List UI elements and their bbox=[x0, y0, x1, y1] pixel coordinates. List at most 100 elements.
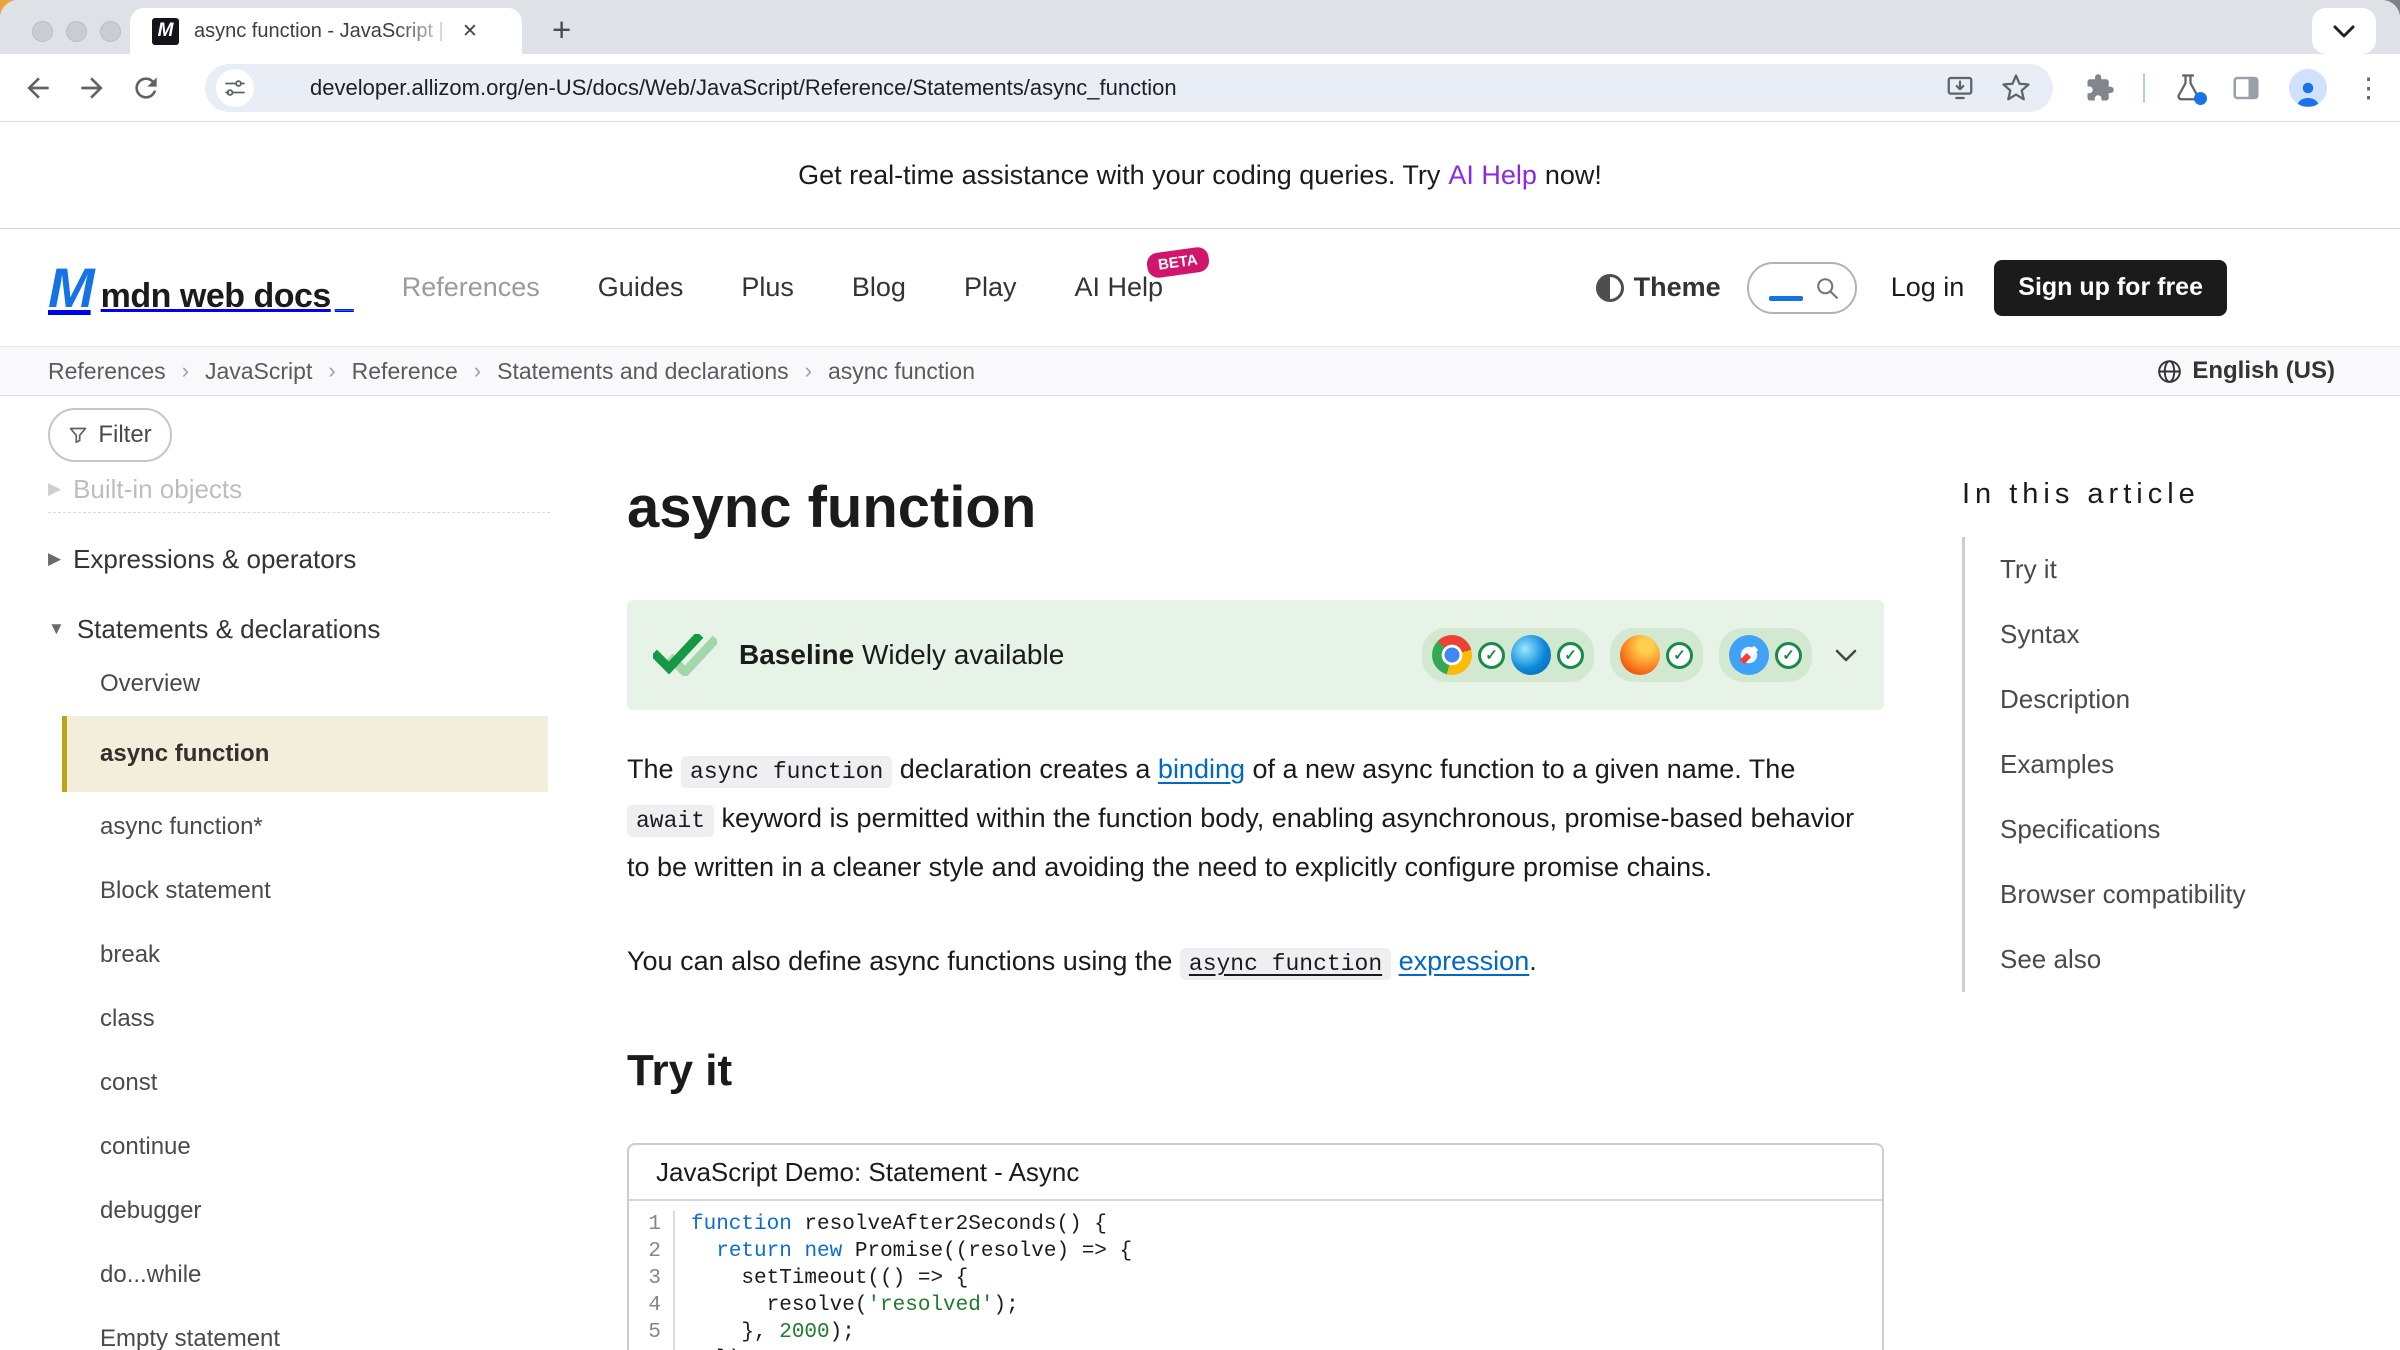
toc-link-examples[interactable]: Examples bbox=[2000, 749, 2114, 780]
browser-toolbar: developer.allizom.org/en-US/docs/Web/Jav… bbox=[0, 54, 2400, 122]
sidebar-item-break[interactable]: break bbox=[48, 935, 550, 975]
search-input[interactable] bbox=[1747, 262, 1857, 314]
supported-check-icon: ✓ bbox=[1478, 642, 1505, 669]
toc-link-specifications[interactable]: Specifications bbox=[2000, 814, 2160, 845]
toc-link-try-it[interactable]: Try it bbox=[2000, 554, 2057, 585]
sidebar-item-continue[interactable]: continue bbox=[48, 1127, 550, 1167]
forward-button[interactable] bbox=[76, 72, 108, 104]
article-main: async function Baseline Widely available… bbox=[627, 396, 1884, 1350]
back-button[interactable] bbox=[22, 72, 54, 104]
toc-link-see-also[interactable]: See also bbox=[2000, 944, 2101, 975]
login-link[interactable]: Log in bbox=[1891, 272, 1965, 303]
sidebar-filter-button[interactable]: Filter bbox=[48, 408, 172, 462]
breadcrumb-separator: › bbox=[182, 358, 189, 384]
breadcrumb-item[interactable]: References bbox=[48, 358, 166, 385]
sidebar-item-async-function[interactable]: async function bbox=[62, 716, 548, 792]
reload-button[interactable] bbox=[130, 72, 162, 104]
breadcrumb-item[interactable]: JavaScript bbox=[205, 358, 312, 385]
sidebar-item-const[interactable]: const bbox=[48, 1063, 550, 1103]
collapsed-triangle-icon: ▶ bbox=[48, 479, 61, 499]
nav-blog[interactable]: Blog bbox=[852, 272, 906, 303]
tab-strip: M async function - JavaScript | ✕ + bbox=[0, 0, 2400, 54]
promo-text: Get real-time assistance with your codin… bbox=[798, 160, 1440, 191]
window-zoom-button[interactable] bbox=[100, 21, 121, 42]
window-controls bbox=[32, 21, 121, 42]
code-line: 1function resolveAfter2Seconds() { bbox=[629, 1211, 1882, 1238]
browser-window: M async function - JavaScript | ✕ + bbox=[0, 0, 2400, 1350]
sidebar-item-empty-statement[interactable]: Empty statement bbox=[48, 1319, 550, 1350]
nav-references[interactable]: References bbox=[402, 272, 540, 303]
browser-menu-button[interactable]: ⋮ bbox=[2355, 73, 2382, 104]
chrome-labs-button[interactable] bbox=[2173, 73, 2203, 103]
sidebar-item-overview[interactable]: Overview bbox=[48, 664, 550, 704]
baseline-status: Baseline Widely available bbox=[739, 639, 1064, 671]
forward-arrow-icon bbox=[76, 72, 108, 104]
promo-text: now! bbox=[1545, 160, 1602, 191]
url-bar[interactable]: developer.allizom.org/en-US/docs/Web/Jav… bbox=[205, 64, 2053, 112]
new-tab-button[interactable]: + bbox=[552, 10, 571, 50]
breadcrumb-item[interactable]: Reference bbox=[352, 358, 458, 385]
page-title: async function bbox=[627, 472, 1884, 544]
sidebar-item-class[interactable]: class bbox=[48, 999, 550, 1039]
breadcrumb-separator: › bbox=[474, 358, 481, 384]
toc-link-browser-compatibility[interactable]: Browser compatibility bbox=[2000, 879, 2246, 910]
toc-link-syntax[interactable]: Syntax bbox=[2000, 619, 2080, 650]
baseline-banner: Baseline Widely available ✓ ✓ ✓ ✓ bbox=[627, 600, 1884, 710]
demo-title: JavaScript Demo: Statement - Async bbox=[629, 1145, 1882, 1201]
collapsed-triangle-icon: ▶ bbox=[48, 549, 61, 569]
profile-avatar[interactable] bbox=[2289, 69, 2327, 107]
theme-toggle-button[interactable]: Theme bbox=[1596, 272, 1721, 303]
inline-code: await bbox=[627, 805, 714, 837]
window-minimize-button[interactable] bbox=[66, 21, 87, 42]
tab-close-icon[interactable]: ✕ bbox=[462, 20, 478, 43]
nav-ai-help[interactable]: AI HelpBETA bbox=[1074, 272, 1163, 303]
async-function-expression-link[interactable]: async function bbox=[1180, 946, 1391, 976]
breadcrumb-item[interactable]: Statements and declarations bbox=[497, 358, 789, 385]
nav-guides[interactable]: Guides bbox=[598, 272, 684, 303]
person-icon bbox=[2293, 79, 2323, 107]
sidebar-item-do-while[interactable]: do...while bbox=[48, 1255, 550, 1295]
mdn-logo-mark: M bbox=[48, 260, 91, 316]
install-icon bbox=[1945, 73, 1975, 103]
inline-code: async function bbox=[681, 756, 892, 788]
tab-search-button[interactable] bbox=[2312, 8, 2376, 54]
back-arrow-icon bbox=[22, 72, 54, 104]
tryit-heading: Try it bbox=[627, 1043, 1884, 1099]
ai-help-banner-link[interactable]: AI Help bbox=[1448, 160, 1537, 191]
breadcrumb-current[interactable]: async function bbox=[828, 358, 975, 385]
browser-tab[interactable]: M async function - JavaScript | ✕ bbox=[130, 8, 522, 54]
window-close-button[interactable] bbox=[32, 21, 53, 42]
sidebar-item-debugger[interactable]: debugger bbox=[48, 1191, 550, 1231]
breadcrumb-separator: › bbox=[328, 358, 335, 384]
sidebar-divider bbox=[48, 512, 550, 513]
safari-support-pill: ✓ bbox=[1719, 628, 1812, 682]
extensions-button[interactable] bbox=[2085, 73, 2115, 103]
breadcrumb-separator: › bbox=[805, 358, 812, 384]
sidebar-item-block-statement[interactable]: Block statement bbox=[48, 871, 550, 911]
bookmark-button[interactable] bbox=[2001, 73, 2031, 103]
language-switcher[interactable]: English (US) bbox=[2156, 357, 2335, 385]
binding-link[interactable]: binding bbox=[1158, 754, 1245, 784]
sidebar-section-statements-declarations[interactable]: ▼ Statements & declarations bbox=[48, 610, 550, 648]
browser-support-icons: ✓ ✓ ✓ ✓ bbox=[1422, 628, 1858, 682]
sidebar-section-expressions-operators[interactable]: ▶ Expressions & operators bbox=[48, 540, 550, 578]
baseline-expand-button[interactable] bbox=[1834, 648, 1858, 663]
site-info-button[interactable] bbox=[216, 69, 254, 107]
toc-link-description[interactable]: Description bbox=[2000, 684, 2130, 715]
edge-icon bbox=[1511, 635, 1551, 675]
supported-check-icon: ✓ bbox=[1775, 642, 1802, 669]
chevron-down-icon bbox=[1834, 648, 1858, 663]
expanded-triangle-icon: ▼ bbox=[48, 619, 65, 639]
demo-code[interactable]: 1function resolveAfter2Seconds() {2 retu… bbox=[629, 1201, 1882, 1350]
side-panel-icon bbox=[2231, 73, 2261, 103]
sidebar-item-async-function-star[interactable]: async function* bbox=[48, 807, 550, 847]
expression-link[interactable]: expression bbox=[1399, 946, 1530, 976]
mdn-logo[interactable]: M mdn web docs _ bbox=[48, 260, 354, 316]
install-page-button[interactable] bbox=[1945, 73, 1975, 103]
side-panel-button[interactable] bbox=[2231, 73, 2261, 103]
signup-button[interactable]: Sign up for free bbox=[1994, 260, 2227, 316]
nav-plus[interactable]: Plus bbox=[741, 272, 794, 303]
sidebar-item-list: Overview async function async function* … bbox=[48, 664, 550, 1350]
nav-play[interactable]: Play bbox=[964, 272, 1017, 303]
sidebar-section-built-in-objects[interactable]: ▶ Built-in objects bbox=[48, 470, 550, 508]
